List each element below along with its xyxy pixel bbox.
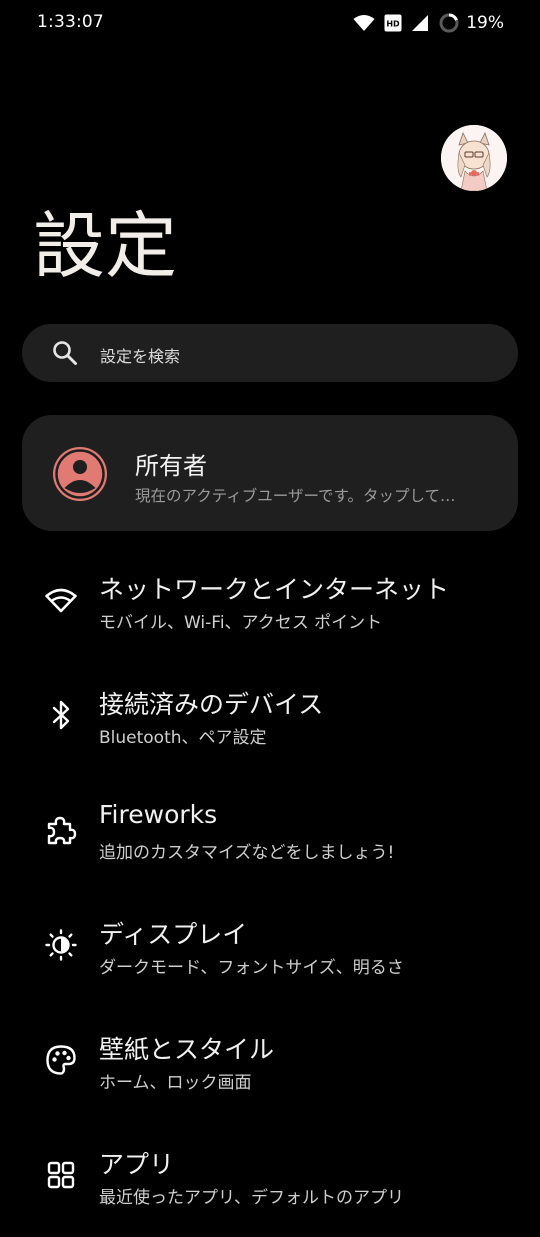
menu-item-wallpaper-style[interactable]: 壁紙とスタイル ホーム、ロック画面 (0, 1022, 540, 1122)
status-time: 1:33:07 (37, 12, 104, 32)
cell-signal-icon (411, 14, 429, 32)
menu-item-title: アプリ (99, 1150, 175, 1179)
profile-avatar-illustration (441, 125, 507, 191)
menu-item-title: 壁紙とスタイル (99, 1035, 275, 1064)
menu-item-apps[interactable]: アプリ 最近使ったアプリ、デフォルトのアプリ (0, 1137, 540, 1237)
menu-item-subtitle: ホーム、ロック画面 (99, 1073, 252, 1093)
puzzle-icon (44, 812, 78, 846)
page-title: 設定 (33, 204, 178, 288)
owner-subtitle: 現在のアクティブユーザーです。タップして… (135, 487, 456, 505)
menu-item-subtitle: モバイル、Wi-Fi、アクセス ポイント (99, 613, 383, 633)
menu-item-title: ネットワークとインターネット (99, 575, 450, 604)
menu-item-subtitle: ダークモード、フォントサイズ、明るさ (99, 958, 404, 978)
palette-icon (44, 1043, 78, 1077)
menu-item-subtitle: 最近使ったアプリ、デフォルトのアプリ (99, 1188, 404, 1208)
menu-item-display[interactable]: ディスプレイ ダークモード、フォントサイズ、明るさ (0, 907, 540, 1007)
search-placeholder[interactable]: 設定を検索 (100, 343, 180, 367)
bluetooth-icon (44, 698, 78, 732)
wifi-icon (353, 14, 375, 32)
status-icons: HD 19% (353, 10, 504, 36)
search-bar[interactable] (22, 324, 518, 382)
menu-item-network[interactable]: ネットワークとインターネット モバイル、Wi-Fi、アクセス ポイント (0, 562, 540, 662)
owner-name: 所有者 (135, 452, 207, 480)
wifi-icon (44, 584, 78, 618)
user-avatar-icon (52, 446, 108, 506)
menu-item-subtitle: Bluetooth、ペア設定 (99, 728, 267, 748)
search-icon (52, 340, 78, 370)
brightness-icon (44, 928, 78, 962)
hd-icon: HD (384, 14, 402, 32)
apps-grid-icon (44, 1158, 78, 1192)
menu-item-connected-devices[interactable]: 接続済みのデバイス Bluetooth、ペア設定 (0, 677, 540, 777)
menu-item-subtitle: 追加のカスタマイズなどをしましょう! (99, 843, 395, 863)
menu-item-title: 接続済みのデバイス (99, 690, 324, 719)
menu-item-title: Fireworks (99, 800, 218, 829)
battery-ring-icon (438, 12, 460, 34)
menu-item-title: ディスプレイ (99, 920, 248, 949)
menu-item-fireworks[interactable]: Fireworks 追加のカスタマイズなどをしましょう! (0, 792, 540, 892)
profile-avatar[interactable] (441, 125, 507, 191)
status-bar: 1:33:07 HD 19% (0, 0, 540, 48)
svg-text:HD: HD (387, 20, 401, 29)
battery-percent: 19% (466, 13, 504, 33)
